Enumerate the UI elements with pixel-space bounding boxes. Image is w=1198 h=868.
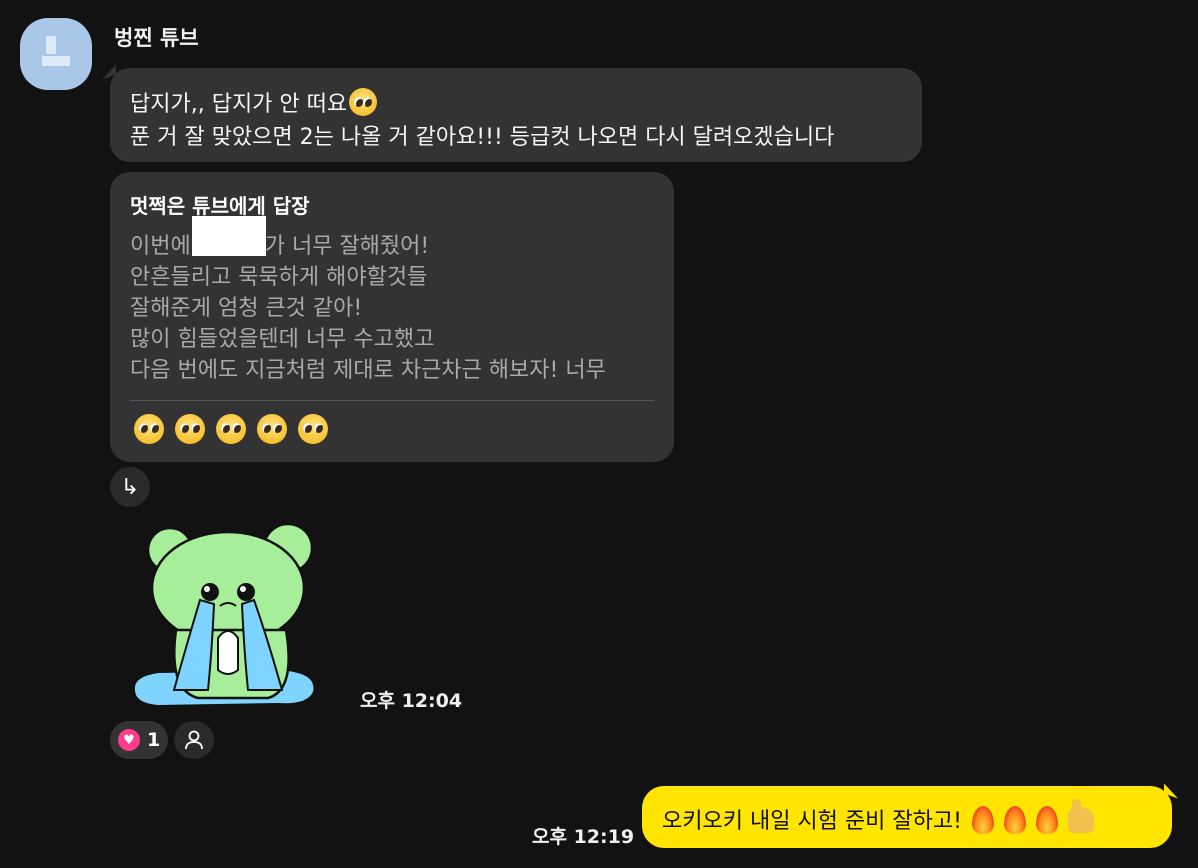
reply-arrow-glyph: ↳ (120, 474, 140, 500)
avatar-shape (46, 36, 56, 54)
reaction-count: 1 (147, 729, 161, 751)
pleading-face-icon (216, 414, 246, 444)
thumbs-up-icon (1067, 799, 1094, 833)
sender-avatar[interactable] (20, 18, 92, 90)
timestamp: 오후 12:04 (360, 690, 463, 712)
fire-icon (1003, 806, 1026, 834)
message-line: 푼 거 잘 맞았으면 2는 나올 거 같아요!!! 등급컷 나오면 다시 달려오… (130, 125, 835, 150)
reply-text-line: 많이 힘들었을텐데 너무 수고했고 (130, 327, 435, 352)
reply-text-line: 다음 번에도 지금처럼 제대로 차근차근 해보자! 너무 (130, 358, 606, 383)
reply-text: 이번에 (130, 234, 191, 259)
pleading-face-icon (298, 414, 328, 444)
person-icon (185, 730, 203, 750)
add-reaction-button[interactable] (174, 721, 214, 759)
pleading-face-icon (134, 414, 164, 444)
sticker-graphic (132, 522, 316, 708)
pleading-face-icon (257, 414, 287, 444)
my-message-text: 오키오키 내일 시험 준비 잘하고! (662, 809, 962, 834)
sender-name[interactable]: 벙찐 튜브 (114, 22, 199, 52)
message-text: 답지가,, 답지가 안 떠요 (130, 92, 348, 117)
reply-text-line: 안흔들리고 묵묵하게 해야할것들 (130, 265, 428, 290)
redacted-block (192, 216, 266, 256)
crying-bear-sticker[interactable] (128, 520, 324, 710)
reply-arrow-icon[interactable]: ↳ (110, 467, 150, 507)
fire-icon (1035, 806, 1058, 834)
my-message-line: 오키오키 내일 시험 준비 잘하고! (662, 799, 1094, 835)
reply-text-line: 이번에 가 너무 잘해줬어! (130, 228, 429, 260)
divider (130, 400, 654, 401)
message-bubble[interactable]: 답지가,, 답지가 안 떠요 푼 거 잘 맞았으면 2는 나올 거 같아요!!!… (110, 68, 922, 162)
message-line: 답지가,, 답지가 안 떠요 (130, 86, 378, 118)
chat-view: 벙찐 튜브 답지가,, 답지가 안 떠요 푼 거 잘 맞았으면 2는 나올 거 … (0, 0, 1198, 868)
emoji-row (132, 414, 328, 444)
pleading-face-icon (175, 414, 205, 444)
reply-message-bubble[interactable]: 멋쩍은 튜브에게 답장 이번에 가 너무 잘해줬어! 안흔들리고 묵묵하게 해야할… (110, 172, 674, 462)
reaction-pill[interactable]: ♥ 1 (110, 721, 168, 759)
fire-icon (971, 806, 994, 834)
avatar-shape (42, 56, 70, 66)
my-message-bubble[interactable]: 오키오키 내일 시험 준비 잘하고! (642, 786, 1172, 848)
reply-text: 가 너무 잘해줬어! (264, 234, 430, 259)
timestamp: 오후 12:19 (532, 826, 635, 848)
reply-text-line: 잘해준게 엄청 큰것 같아! (130, 296, 363, 321)
pleading-face-icon (349, 88, 378, 116)
reply-title: 멋쩍은 튜브에게 답장 (130, 194, 310, 218)
heart-icon: ♥ (118, 729, 140, 751)
